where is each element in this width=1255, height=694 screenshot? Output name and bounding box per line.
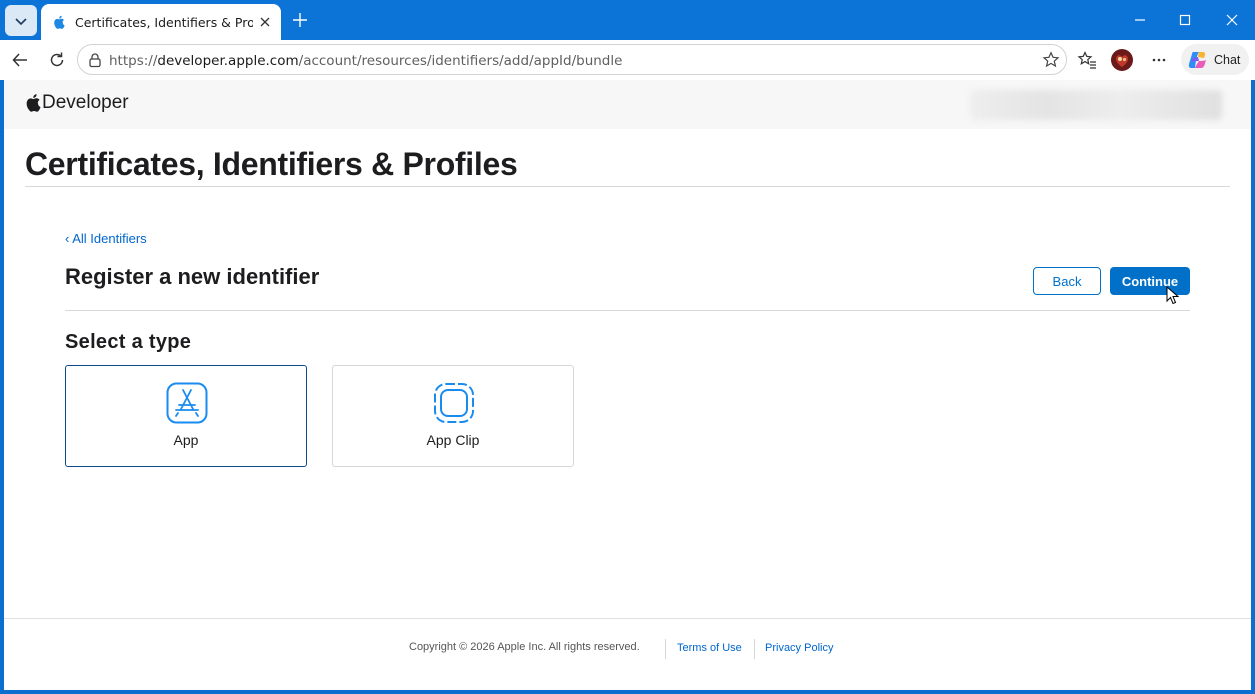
browser-window: Certificates, Identifiers & Profiles - h…: [0, 0, 1255, 694]
app-clip-icon: [434, 383, 474, 423]
more-options-button[interactable]: [1147, 48, 1171, 72]
plus-icon: [293, 13, 307, 27]
browser-tab[interactable]: Certificates, Identifiers & Profiles -: [41, 4, 281, 40]
profile-avatar[interactable]: [1110, 48, 1134, 72]
footer-separator: [665, 639, 666, 659]
chat-label: Chat: [1214, 52, 1241, 67]
minimize-icon: [1135, 19, 1145, 21]
footer-separator: [754, 639, 755, 659]
close-tab-icon[interactable]: [257, 14, 273, 30]
avatar-icon: [1111, 49, 1133, 71]
select-type-label: Select a type: [65, 331, 192, 353]
mouse-cursor-icon: [1166, 286, 1180, 305]
maximize-button[interactable]: [1175, 10, 1195, 30]
section-divider: [65, 310, 1190, 311]
url-host: developer.apple.com: [157, 53, 299, 69]
page-title: Certificates, Identifiers & Profiles: [25, 146, 518, 182]
back-button[interactable]: Back: [1033, 267, 1101, 295]
developer-header: Developer: [4, 80, 1251, 129]
copyright-text: Copyright © 2026 Apple Inc. All rights r…: [409, 641, 640, 653]
account-info-blurred[interactable]: [970, 90, 1222, 120]
browser-toolbar: https://developer.apple.com/account/reso…: [0, 40, 1255, 80]
tab-actions-button[interactable]: [5, 5, 37, 36]
back-nav-button[interactable]: [8, 48, 32, 72]
apple-favicon-icon: [51, 14, 67, 30]
type-option-app[interactable]: App: [65, 365, 307, 467]
favorites-icon: [1077, 51, 1096, 69]
type-label-app: App: [173, 432, 199, 448]
type-option-app-clip[interactable]: App Clip: [332, 365, 574, 467]
favorites-button[interactable]: [1075, 48, 1099, 72]
all-identifiers-link[interactable]: ‹ All Identifiers: [65, 231, 147, 246]
app-store-icon: [166, 382, 208, 424]
copilot-icon: [1188, 51, 1206, 68]
maximize-icon: [1179, 14, 1191, 26]
url-path: /account/resources/identifiers/add/appId…: [298, 53, 623, 69]
copilot-chat-button[interactable]: Chat: [1181, 44, 1249, 75]
url-prefix: https://: [109, 53, 158, 69]
type-label-app-clip: App Clip: [426, 432, 480, 448]
tab-title: Certificates, Identifiers & Profiles -: [75, 14, 253, 30]
privacy-policy-link[interactable]: Privacy Policy: [765, 642, 833, 654]
new-tab-button[interactable]: [290, 10, 310, 30]
url-text[interactable]: https://developer.apple.com/account/reso…: [109, 53, 622, 69]
favorite-star-icon[interactable]: [1042, 51, 1060, 69]
close-icon: [1226, 14, 1238, 26]
page-viewport: Developer Certificates, Identifiers & Pr…: [4, 80, 1251, 690]
refresh-icon: [50, 52, 64, 67]
apple-logo-icon: [26, 93, 41, 112]
page-footer: Copyright © 2026 Apple Inc. All rights r…: [4, 639, 1251, 663]
title-bar: Certificates, Identifiers & Profiles -: [0, 0, 1255, 40]
refresh-button[interactable]: [45, 48, 69, 72]
developer-logo[interactable]: Developer: [25, 92, 129, 114]
minimize-button[interactable]: [1130, 10, 1150, 30]
brand-text: Developer: [42, 92, 129, 113]
title-divider: [25, 186, 1230, 187]
arrow-left-icon: [12, 53, 27, 67]
lock-icon[interactable]: [87, 52, 103, 68]
close-window-button[interactable]: [1222, 10, 1242, 30]
chevron-down-icon: [15, 17, 27, 25]
ellipsis-icon: [1152, 58, 1166, 62]
terms-of-use-link[interactable]: Terms of Use: [677, 642, 742, 654]
address-bar[interactable]: https://developer.apple.com/account/reso…: [77, 44, 1067, 75]
footer-divider: [4, 618, 1251, 619]
section-title: Register a new identifier: [65, 264, 320, 289]
